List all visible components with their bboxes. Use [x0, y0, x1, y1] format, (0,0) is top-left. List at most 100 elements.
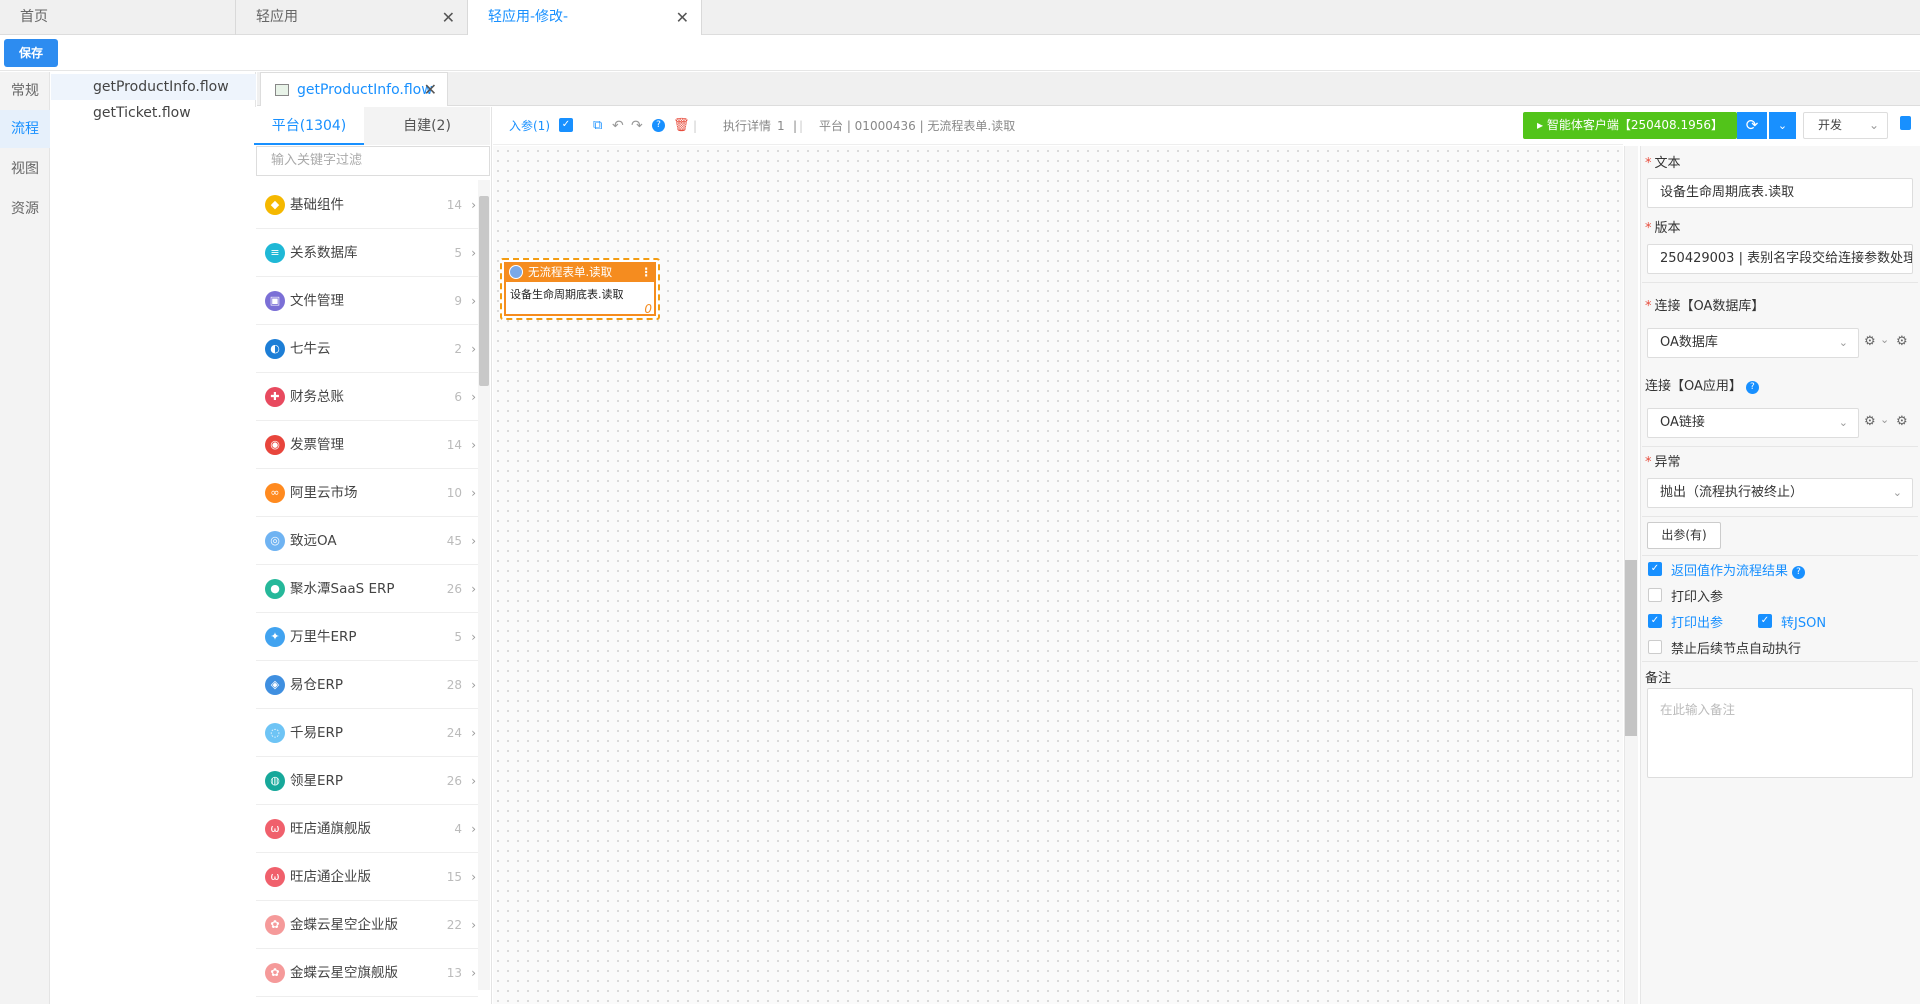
clipboard-icon[interactable]	[1900, 116, 1911, 130]
tab-custom[interactable]: 自建(2)	[364, 107, 490, 145]
component-label: 致远OA	[290, 533, 337, 549]
help-icon[interactable]: ?	[652, 119, 665, 132]
exec-count: 1	[777, 119, 785, 133]
exception-select[interactable]: 抛出（流程执行被终止） ⌄	[1647, 478, 1913, 508]
component-item[interactable]: ✿ 金蝶云星空企业版 22 ›	[256, 901, 478, 949]
component-label: 文件管理	[290, 293, 344, 309]
out-params-button[interactable]: 出参(有)	[1647, 522, 1721, 549]
flow-canvas[interactable]	[493, 146, 1623, 1004]
component-item[interactable]: ✿ 金蝶云星空旗舰版 13 ›	[256, 949, 478, 997]
chevron-right-icon: ›	[471, 726, 476, 740]
env-select[interactable]: 开发 ⌄	[1803, 112, 1888, 139]
save-button[interactable]: 保存	[4, 39, 58, 67]
component-item[interactable]: ◐ 七牛云 2 ›	[256, 325, 478, 373]
more-icon[interactable]: ⋮	[641, 262, 653, 282]
component-count: 5	[454, 246, 462, 260]
component-item[interactable]: ≡ 关系数据库 5 ›	[256, 229, 478, 277]
component-icon: ◈	[265, 675, 285, 695]
scrollbar-thumb[interactable]	[1625, 560, 1637, 736]
component-item[interactable]: ✚ 财务总账 6 ›	[256, 373, 478, 421]
exec-detail-link[interactable]: 执行详情	[723, 118, 771, 134]
component-label: 发票管理	[290, 437, 344, 453]
file-tab-label: getProductInfo.flow	[297, 82, 433, 98]
conn-app-select[interactable]: OA链接 ⌄	[1647, 408, 1859, 438]
component-item[interactable]: ω 旺店通旗舰版 4 ›	[256, 805, 478, 853]
component-count: 22	[446, 918, 462, 932]
chevron-right-icon: ›	[471, 246, 476, 260]
chevron-down-icon[interactable]: ⌄	[1880, 413, 1889, 426]
divider: |	[793, 119, 798, 133]
tab-light-app-edit[interactable]: 轻应用-修改- ✕	[468, 0, 702, 35]
component-item[interactable]: ◎ 致远OA 45 ›	[256, 517, 478, 565]
component-label: 金蝶云星空企业版	[290, 917, 398, 933]
file-item[interactable]: getProductInfo.flow	[51, 74, 256, 100]
chevron-down-icon: ⌄	[1838, 416, 1848, 429]
to-json-checkbox[interactable]: ✓	[1758, 614, 1772, 628]
redo-icon[interactable]: ↷	[631, 118, 643, 134]
print-out-checkbox[interactable]: ✓	[1648, 614, 1662, 628]
params-in-link[interactable]: 入参(1)	[509, 118, 550, 134]
tab-light-app[interactable]: 轻应用 ✕	[236, 0, 468, 35]
component-item[interactable]: ◉ 发票管理 14 ›	[256, 421, 478, 469]
component-icon: ◐	[265, 339, 285, 359]
gear-icon[interactable]: ⚙	[1896, 414, 1908, 429]
text-field[interactable]: 设备生命周期底表.读取	[1647, 178, 1913, 208]
disable-next-checkbox[interactable]	[1648, 640, 1662, 654]
file-tab[interactable]: getProductInfo.flow ✕	[260, 72, 448, 106]
refresh-icon[interactable]: ⟳	[1737, 112, 1767, 139]
remark-textarea[interactable]: 在此输入备注	[1647, 688, 1913, 778]
version-select[interactable]: 250429003 | 表别名字段交给连接参数处理 ⌄	[1647, 244, 1913, 274]
component-label: 万里牛ERP	[290, 629, 357, 645]
undo-icon[interactable]: ↶	[612, 118, 624, 134]
chevron-down-icon: ⌄	[1892, 486, 1902, 499]
env-value: 开发	[1818, 118, 1843, 132]
component-filter-input[interactable]: 输入关键字过滤	[256, 146, 490, 176]
component-label: 旺店通企业版	[290, 869, 371, 885]
component-item[interactable]: ▣ 文件管理 9 ›	[256, 277, 478, 325]
close-icon[interactable]: ✕	[442, 0, 455, 35]
scrollbar-thumb[interactable]	[479, 196, 489, 386]
chevron-right-icon: ›	[471, 870, 476, 884]
component-item[interactable]: ◆ 基础组件 14 ›	[256, 181, 478, 229]
nav-general[interactable]: 常规	[0, 72, 50, 110]
chevron-down-icon[interactable]: ⌄	[1880, 333, 1889, 346]
component-item[interactable]: ◈ 易仓ERP 28 ›	[256, 661, 478, 709]
conn-db-select[interactable]: OA数据库 ⌄	[1647, 328, 1859, 358]
component-item[interactable]: ● 聚水潭SaaS ERP 26 ›	[256, 565, 478, 613]
tab-home[interactable]: 首页	[0, 0, 236, 35]
settings-icon[interactable]: ⚙	[1864, 334, 1876, 349]
component-count: 24	[446, 726, 462, 740]
divider	[1642, 446, 1918, 447]
help-icon[interactable]: ?	[1745, 381, 1759, 394]
gear-icon[interactable]: ⚙	[1896, 334, 1908, 349]
component-item[interactable]: ◌ 千易ERP 24 ›	[256, 709, 478, 757]
nav-resource[interactable]: 资源	[0, 190, 50, 228]
component-count: 15	[446, 870, 462, 884]
component-item[interactable]: ω 旺店通企业版 15 ›	[256, 853, 478, 901]
nav-view[interactable]: 视图	[0, 150, 50, 188]
run-agent-button[interactable]: ▸ 智能体客户端【250408.1956】	[1523, 112, 1737, 139]
copy-icon[interactable]: ⧉	[593, 118, 602, 134]
component-item[interactable]: ◍ 领星ERP 26 ›	[256, 757, 478, 805]
component-item[interactable]: ∞ 阿里云市场 10 ›	[256, 469, 478, 517]
divider	[1642, 282, 1918, 283]
component-item[interactable]: ✦ 万里牛ERP 5 ›	[256, 613, 478, 661]
delete-icon[interactable]: 🗑	[673, 118, 690, 134]
close-icon[interactable]: ✕	[424, 73, 437, 107]
chevron-down-icon[interactable]: ⌄	[1768, 112, 1796, 139]
checkbox-icon[interactable]: ✓	[559, 118, 573, 132]
chevron-down-icon: ⌄	[1868, 118, 1879, 132]
close-icon[interactable]: ✕	[676, 0, 689, 35]
nav-flow[interactable]: 流程	[0, 110, 50, 148]
chevron-down-icon: ⌄	[1838, 336, 1848, 349]
help-icon[interactable]: ?	[1792, 566, 1806, 579]
component-icon: ◍	[265, 771, 285, 791]
return-result-checkbox[interactable]: ✓	[1648, 562, 1662, 576]
print-in-checkbox[interactable]	[1648, 588, 1662, 602]
flow-node[interactable]: 无流程表单.读取 ⋮ 设备生命周期底表.读取 0	[500, 258, 660, 320]
file-item[interactable]: getTicket.flow	[51, 100, 256, 126]
component-icon: ◉	[265, 435, 285, 455]
settings-icon[interactable]: ⚙	[1864, 414, 1876, 429]
component-count: 4	[454, 822, 462, 836]
tab-platform[interactable]: 平台(1304)	[254, 107, 364, 145]
